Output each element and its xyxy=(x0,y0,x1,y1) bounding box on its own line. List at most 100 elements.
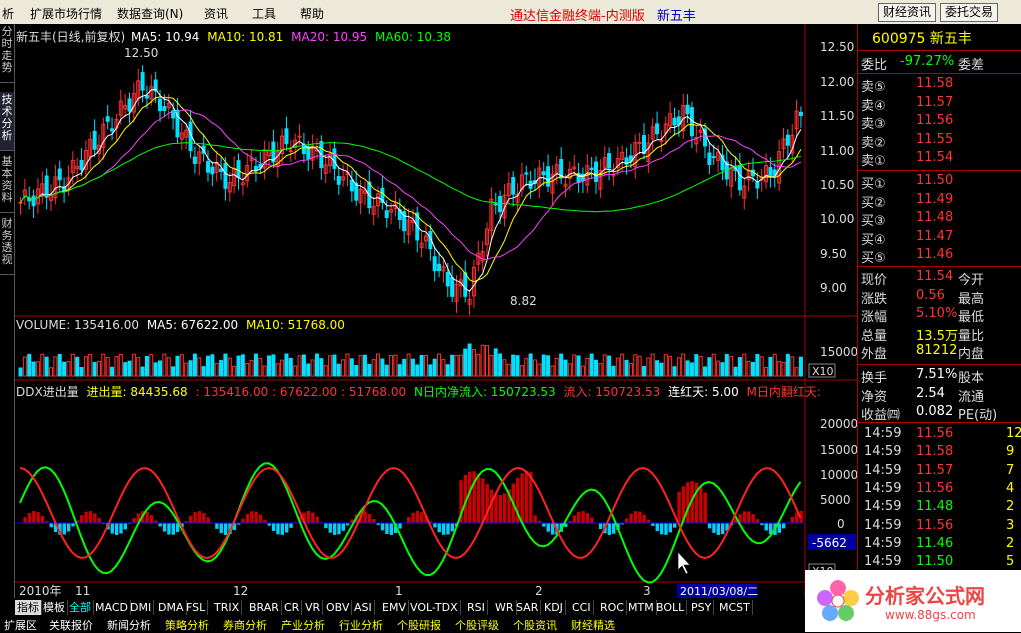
bottom-row-tab[interactable]: 行业分析 xyxy=(339,617,383,631)
volume-bar xyxy=(320,359,323,376)
ma10-value: MA10: 10.81 xyxy=(207,30,283,44)
indicator-tab[interactable]: KDJ xyxy=(542,600,566,615)
quote-stat2: 净资2.54流通 xyxy=(858,386,1021,404)
volume-bar xyxy=(193,354,196,376)
quote-stat-value: 0.56 xyxy=(916,288,945,303)
indicator-tab[interactable]: 全部 xyxy=(67,600,94,615)
tab-finance[interactable]: 财务透视 xyxy=(0,216,14,275)
indicator-tab[interactable]: EMV xyxy=(380,600,409,615)
ddx-bar xyxy=(272,523,275,531)
quote-stat-value: 81212 xyxy=(916,343,957,358)
bottom-row-tab[interactable]: 个股评级 xyxy=(455,617,499,631)
ddx-axis-label: 0 xyxy=(837,517,845,531)
ddx-bar xyxy=(368,514,371,523)
ddx-bar xyxy=(215,523,218,529)
quote-panel: 600975 新五丰 委比 -97.27% 委差 卖⑤11.58卖④11.57卖… xyxy=(857,24,1021,598)
tick-volume: 2 xyxy=(1006,499,1014,514)
indicator-tab[interactable]: DMA xyxy=(156,600,187,615)
ddx-bar xyxy=(363,511,366,523)
ddx-bar xyxy=(581,511,584,523)
menu-item-news[interactable]: 资讯 xyxy=(204,5,228,22)
indicator-tab[interactable]: TRIX xyxy=(212,600,242,615)
volume-bar xyxy=(63,362,66,376)
finance-news-button[interactable]: 财经资讯 xyxy=(878,3,936,22)
indicator-tab[interactable]: CR xyxy=(282,600,302,615)
indicator-tab[interactable]: BOLL xyxy=(654,600,687,615)
indicator-tab[interactable]: CCI xyxy=(570,600,594,615)
ddx-bar xyxy=(520,473,523,523)
indicator-tab[interactable]: PSY xyxy=(689,600,714,615)
ddx-inflow: 流入: 150723.53 xyxy=(564,385,661,399)
indicator-tab[interactable]: MTM xyxy=(626,600,657,615)
candle-body xyxy=(512,178,515,195)
kline-chart[interactable]: 12.50 12.00 11.50 11.00 10.50 10.00 9.50… xyxy=(15,24,857,598)
indicator-tab[interactable]: BRAR xyxy=(247,600,282,615)
tick-volume: 2 xyxy=(1006,536,1014,551)
indicator-tab[interactable]: 模板 xyxy=(41,600,68,615)
indicator-tab[interactable]: FSL xyxy=(184,600,208,615)
ddx-bar xyxy=(708,523,711,528)
bottom-row-tab[interactable]: 券商分析 xyxy=(223,617,267,631)
volume-bar xyxy=(202,367,205,376)
bottom-row-tab[interactable]: 策略分析 xyxy=(165,617,209,631)
menu-item-data-query[interactable]: 数据查询(N) xyxy=(117,5,183,22)
volume-bar xyxy=(220,361,223,376)
tab-intraday[interactable]: 分时走势 xyxy=(0,24,14,83)
tick-row: 14:5911.563 xyxy=(858,518,1021,536)
ddx-inout: 进出量: 84435.68 xyxy=(87,385,188,399)
menu-item-help[interactable]: 帮助 xyxy=(300,5,324,22)
indicator-tab[interactable]: VOL-TDX xyxy=(408,600,461,615)
candle-body xyxy=(355,183,358,200)
bottom-row-tab[interactable]: 关联报价 xyxy=(49,617,93,631)
volume-bar xyxy=(590,354,593,376)
ddx-bar xyxy=(642,515,645,523)
indicator-tab[interactable]: WR xyxy=(493,600,517,615)
indicator-tab[interactable]: MCST xyxy=(717,600,753,615)
volume-bar xyxy=(206,356,209,376)
indicator-tab[interactable]: 指标 xyxy=(15,600,42,615)
indicator-tab[interactable]: ROC xyxy=(598,600,627,615)
volume-bar xyxy=(756,354,759,376)
trade-button[interactable]: 委托交易 xyxy=(940,3,998,22)
ddx-bar xyxy=(307,511,310,523)
volume-bar xyxy=(512,355,515,376)
tab-technical[interactable]: 技术分析 xyxy=(0,92,14,151)
candle-body xyxy=(756,182,759,188)
bottom-row-tab[interactable]: 财经精选 xyxy=(571,617,615,631)
volume-bar xyxy=(695,355,698,376)
app-title: 通达信金融终端-内测版 xyxy=(510,9,645,24)
menu-item-0[interactable]: 析 xyxy=(2,5,14,22)
high-price-label: 12.50 xyxy=(124,46,158,60)
bottom-row-tab[interactable]: 个股资讯 xyxy=(513,617,557,631)
tick-price: 11.56 xyxy=(916,518,953,533)
date-month: 2 xyxy=(535,584,543,598)
indicator-tab[interactable]: SAR xyxy=(514,600,541,615)
price-axis-label: 10.00 xyxy=(820,212,854,226)
ddx-bar xyxy=(542,523,545,527)
indicator-tab[interactable]: OBV xyxy=(324,600,352,615)
bottom-row-tab[interactable]: 扩展区 xyxy=(4,617,37,631)
ddx-bar xyxy=(468,472,471,523)
menu-item-tools[interactable]: 工具 xyxy=(252,5,276,22)
buy-level-label: 买⑤ xyxy=(861,247,886,266)
indicator-tab[interactable]: DMI xyxy=(128,600,154,615)
sell-level-value: 11.54 xyxy=(916,150,953,165)
indicator-tab[interactable]: RSI xyxy=(465,600,488,615)
bottom-row-tab[interactable]: 个股研报 xyxy=(397,617,441,631)
indicator-tab[interactable]: ASI xyxy=(352,600,375,615)
volume-bar xyxy=(337,364,340,376)
candle-body xyxy=(656,124,659,134)
indicator-tab[interactable]: MACD xyxy=(93,600,131,615)
buy-level-value: 11.46 xyxy=(916,247,953,262)
bottom-row-tab[interactable]: 新闻分析 xyxy=(107,617,151,631)
bottom-row-tab[interactable]: 产业分析 xyxy=(281,617,325,631)
volume-bar xyxy=(494,349,497,376)
tab-basic-info[interactable]: 基本资料 xyxy=(0,154,14,213)
divider xyxy=(858,266,1021,267)
menu-item-ext-market[interactable]: 扩展市场行情 xyxy=(30,5,102,22)
volume-unit: X10 xyxy=(812,365,834,378)
indicator-tab[interactable]: VR xyxy=(303,600,323,615)
candle-body xyxy=(58,169,61,180)
candle-body xyxy=(786,135,789,145)
candle-body xyxy=(159,99,162,110)
